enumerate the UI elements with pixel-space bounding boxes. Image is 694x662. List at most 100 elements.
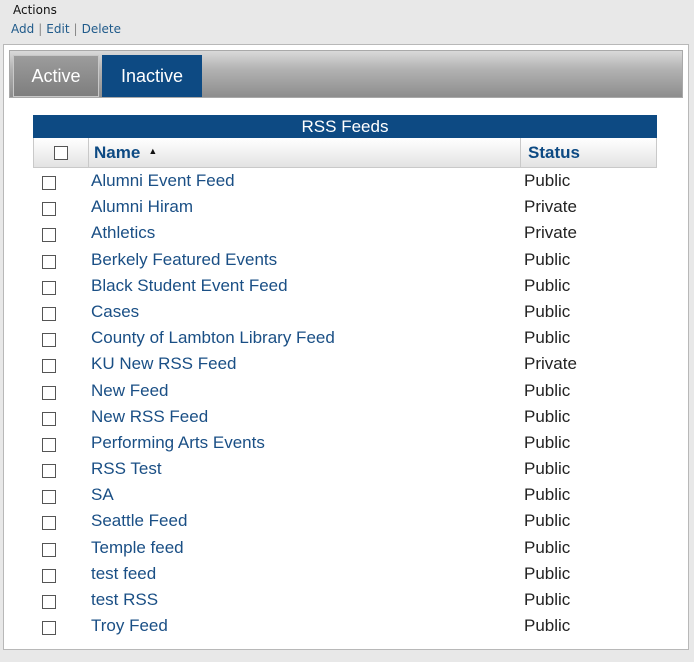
- row-checkbox-cell: [42, 437, 56, 457]
- feed-status: Public: [524, 616, 571, 636]
- row-checkbox[interactable]: [42, 176, 56, 190]
- table-row: Cases Public: [33, 300, 657, 326]
- select-all-checkbox[interactable]: [54, 145, 68, 160]
- feed-name-link[interactable]: Black Student Event Feed: [91, 276, 288, 296]
- row-checkbox-cell: [42, 385, 56, 405]
- row-checkbox[interactable]: [42, 516, 56, 531]
- table-row: Performing Arts Events Public: [33, 431, 657, 457]
- table-header: Name ▲ Status: [33, 138, 657, 168]
- feed-status: Public: [524, 485, 571, 505]
- row-checkbox[interactable]: [42, 280, 56, 295]
- table-row: test RSS Public: [33, 588, 657, 614]
- delete-link[interactable]: Delete: [82, 22, 121, 36]
- row-checkbox[interactable]: [42, 385, 56, 400]
- row-checkbox[interactable]: [42, 595, 56, 609]
- row-checkbox[interactable]: [42, 621, 56, 636]
- row-checkbox[interactable]: [42, 411, 56, 426]
- feed-status: Public: [524, 406, 571, 426]
- tab-bar: Active Inactive: [9, 50, 683, 98]
- actions-heading: Actions: [13, 3, 57, 17]
- table-caption: RSS Feeds: [33, 115, 657, 138]
- select-all-cell: [34, 138, 89, 167]
- row-checkbox-cell: [42, 490, 56, 509]
- row-checkbox-cell: [42, 411, 56, 431]
- table-row: Seattle Feed Public: [33, 509, 657, 535]
- feed-name-link[interactable]: Troy Feed: [91, 616, 168, 636]
- feed-status: Public: [524, 537, 571, 557]
- feed-name-link[interactable]: Seattle Feed: [91, 511, 187, 531]
- table-row: RSS Test Public: [33, 457, 657, 483]
- feed-status: Public: [524, 301, 571, 321]
- feed-status: Public: [524, 563, 571, 583]
- row-checkbox-cell: [42, 280, 56, 300]
- feed-status: Private: [524, 197, 577, 217]
- feed-name-link[interactable]: Temple feed: [91, 538, 184, 558]
- status-column-header[interactable]: Status: [521, 138, 657, 167]
- feed-status: Public: [524, 590, 571, 609]
- name-column-header[interactable]: Name ▲: [89, 138, 521, 167]
- feed-name-link[interactable]: New Feed: [91, 381, 168, 401]
- table-row: County of Lambton Library Feed Public: [33, 326, 657, 352]
- feed-name-link[interactable]: RSS Test: [91, 459, 162, 479]
- row-checkbox[interactable]: [42, 437, 56, 452]
- table-body: Alumni Event Feed Public Alumni Hiram Priva…: [33, 169, 657, 640]
- row-checkbox-cell: [42, 595, 56, 614]
- sort-ascending-icon: ▲: [148, 145, 158, 156]
- feed-name-link[interactable]: Alumni Event Feed: [91, 171, 235, 191]
- table-row: Troy Feed Public: [33, 614, 657, 640]
- feed-status: Public: [524, 275, 571, 295]
- feed-status: Public: [524, 511, 571, 531]
- table-row: New RSS Feed Public: [33, 405, 657, 431]
- tab-active[interactable]: Active: [13, 55, 99, 97]
- feeds-panel: Active Inactive RSS Feeds Name ▲ Status …: [3, 44, 689, 650]
- row-checkbox[interactable]: [42, 490, 56, 505]
- row-checkbox[interactable]: [42, 306, 56, 321]
- row-checkbox-cell: [42, 176, 56, 195]
- feed-status: Public: [524, 249, 571, 269]
- row-checkbox[interactable]: [42, 202, 56, 217]
- feed-name-link[interactable]: test RSS: [91, 590, 158, 610]
- feed-name-link[interactable]: Performing Arts Events: [91, 433, 265, 453]
- row-checkbox[interactable]: [42, 542, 56, 557]
- feed-status: Public: [524, 171, 571, 190]
- table-row: Alumni Event Feed Public: [33, 169, 657, 195]
- edit-link[interactable]: Edit: [46, 22, 69, 36]
- row-checkbox[interactable]: [42, 254, 56, 269]
- row-checkbox[interactable]: [42, 333, 56, 348]
- actions-links: Add | Edit | Delete: [11, 22, 121, 36]
- add-link[interactable]: Add: [11, 22, 34, 36]
- feed-status: Public: [524, 380, 571, 400]
- row-checkbox-cell: [42, 202, 56, 221]
- row-checkbox[interactable]: [42, 359, 56, 374]
- tab-inactive[interactable]: Inactive: [102, 55, 202, 97]
- table-row: test feed Public: [33, 562, 657, 588]
- feed-name-link[interactable]: New RSS Feed: [91, 407, 208, 427]
- row-checkbox-cell: [42, 542, 56, 562]
- feed-status: Public: [524, 459, 571, 479]
- feed-status: Public: [524, 328, 571, 348]
- feed-name-link[interactable]: Alumni Hiram: [91, 197, 193, 217]
- feed-name-link[interactable]: SA: [91, 485, 114, 505]
- feed-name-link[interactable]: test feed: [91, 564, 156, 584]
- row-checkbox-cell: [42, 464, 56, 483]
- feed-name-link[interactable]: County of Lambton Library Feed: [91, 328, 335, 348]
- row-checkbox-cell: [42, 359, 56, 378]
- status-column-label[interactable]: Status: [528, 143, 580, 163]
- feed-name-link[interactable]: Berkely Featured Events: [91, 250, 277, 270]
- row-checkbox[interactable]: [42, 568, 56, 583]
- row-checkbox[interactable]: [42, 228, 56, 243]
- table-row: Berkely Featured Events Public: [33, 248, 657, 274]
- table-row: Temple feed Public: [33, 536, 657, 562]
- row-checkbox[interactable]: [42, 464, 56, 479]
- table-row: New Feed Public: [33, 379, 657, 405]
- separator: |: [73, 22, 78, 36]
- feed-name-link[interactable]: Athletics: [91, 223, 155, 243]
- feed-name-link[interactable]: Cases: [91, 302, 139, 322]
- row-checkbox-cell: [42, 621, 56, 640]
- rss-feeds-table: RSS Feeds Name ▲ Status Alumni Event Fee…: [33, 115, 657, 640]
- name-column-label[interactable]: Name: [94, 143, 140, 163]
- feed-status: Public: [524, 432, 571, 452]
- row-checkbox-cell: [42, 306, 56, 326]
- feed-name-link[interactable]: KU New RSS Feed: [91, 354, 237, 374]
- row-checkbox-cell: [42, 568, 56, 588]
